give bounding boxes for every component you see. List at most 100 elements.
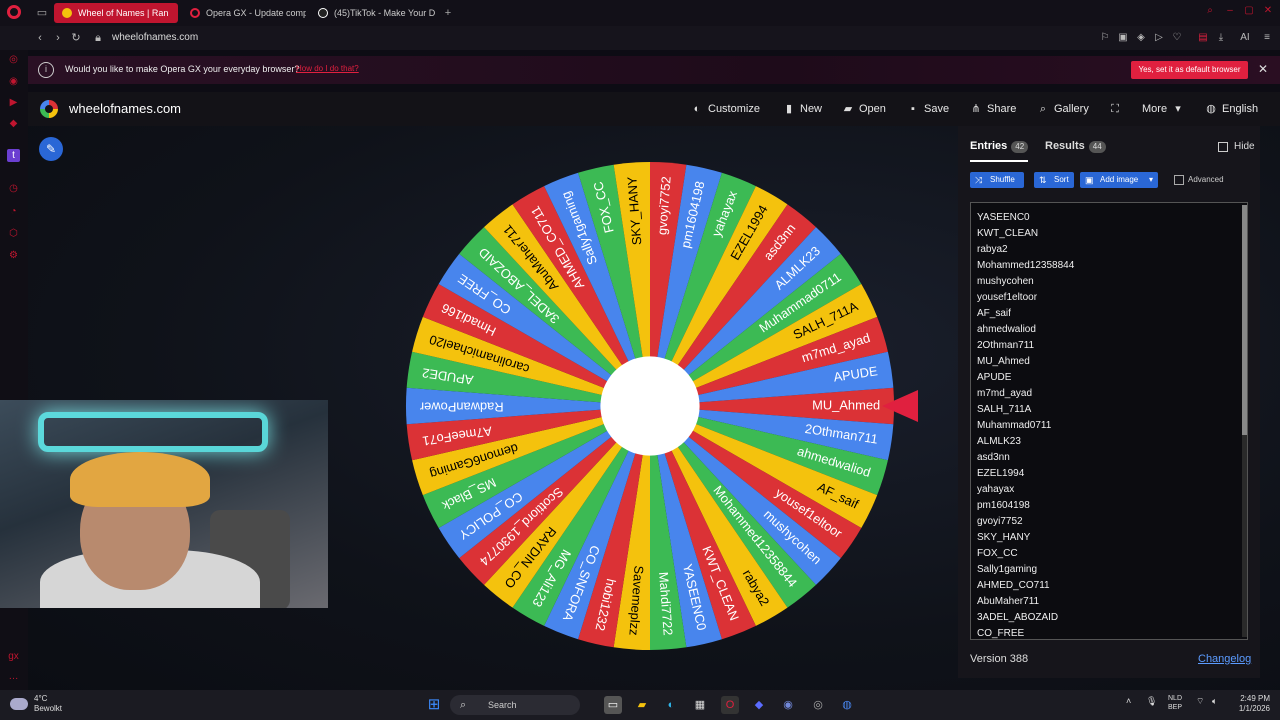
share-button[interactable]: ⋔ Share: [969, 102, 1016, 116]
store-icon[interactable]: ▦: [691, 696, 709, 714]
banner-help-link[interactable]: How do I do that?: [296, 64, 359, 73]
entry-item[interactable]: ahmedwaliod: [977, 323, 1036, 337]
entry-item[interactable]: mushycohen: [977, 275, 1034, 289]
entry-item[interactable]: YASEENC0: [977, 211, 1030, 225]
shuffle-button[interactable]: ⤨ Shuffle: [970, 172, 1024, 188]
gallery-button[interactable]: ⌕ Gallery: [1036, 102, 1089, 116]
tab-tiktok[interactable]: (45)TikTok - Make Your D: [310, 3, 438, 23]
back-icon[interactable]: ‹: [32, 30, 48, 46]
set-default-button[interactable]: Yes, set it as default browser: [1131, 61, 1248, 79]
tab-opera-gx[interactable]: Opera GX - Update comp: [182, 3, 306, 23]
changelog-link[interactable]: Changelog: [1198, 653, 1251, 665]
entry-item[interactable]: asd3nn: [977, 451, 1010, 465]
search-tabs-icon[interactable]: ⌕: [1203, 5, 1217, 19]
entry-item[interactable]: Muhammad0711: [977, 419, 1051, 433]
new-button[interactable]: ▮ New: [782, 102, 822, 116]
hide-checkbox[interactable]: [1218, 142, 1228, 152]
language-button[interactable]: ◍ English: [1204, 102, 1258, 116]
gx-corner-icon[interactable]: ◉: [7, 75, 20, 88]
heart-icon[interactable]: ♡: [1170, 31, 1184, 45]
download-icon[interactable]: ⤓: [1214, 31, 1228, 45]
tab-wheel-of-names[interactable]: Wheel of Names | Ran: [54, 3, 178, 23]
taskbar-search[interactable]: ⌕ Search: [450, 695, 580, 715]
volume-icon[interactable]: 🔈︎: [1212, 696, 1217, 707]
close-banner-icon[interactable]: ✕: [1258, 62, 1268, 76]
close-window-icon[interactable]: ✕: [1261, 5, 1275, 19]
entry-item[interactable]: KWT_CLEAN: [977, 227, 1038, 241]
tab-menu-icon[interactable]: ▭: [34, 5, 50, 21]
url-field[interactable]: wheelofnames.com: [112, 31, 198, 45]
history-icon[interactable]: ◷: [7, 182, 20, 195]
entry-item[interactable]: yousef1eltoor: [977, 291, 1037, 305]
scrollbar[interactable]: [1242, 205, 1247, 637]
entry-item[interactable]: APUDE: [977, 371, 1011, 385]
wifi-icon[interactable]: ⌔: [1196, 696, 1204, 707]
forward-icon[interactable]: ›: [50, 30, 66, 46]
wheel-center[interactable]: [600, 356, 700, 456]
spin-wheel[interactable]: MU_Ahmed2Othman711ahmedwaliodAF_saifyous…: [402, 158, 898, 654]
save-button[interactable]: ▪ Save: [906, 102, 949, 116]
file-explorer-icon[interactable]: ▰: [633, 696, 651, 714]
open-button[interactable]: ▰ Open: [841, 102, 886, 116]
minimize-icon[interactable]: –: [1223, 5, 1237, 19]
add-image-button[interactable]: ▣ Add image ▾: [1080, 172, 1158, 188]
sort-button[interactable]: ⇅ Sort: [1034, 172, 1074, 188]
entry-item[interactable]: EZEL1994: [977, 467, 1024, 481]
gx-logo-icon[interactable]: gx: [7, 650, 20, 663]
entry-item[interactable]: Sally1gaming: [977, 563, 1037, 577]
entry-item[interactable]: CO_FREE: [977, 627, 1024, 639]
new-tab-icon[interactable]: +: [440, 5, 456, 21]
gx-discord-icon[interactable]: ◆: [7, 117, 20, 130]
twitch-icon[interactable]: t: [7, 149, 20, 162]
advanced-checkbox[interactable]: [1174, 175, 1184, 185]
tab-results[interactable]: Results 44: [1045, 140, 1106, 153]
entry-item[interactable]: 2Othman711: [977, 339, 1034, 353]
opera-logo-icon[interactable]: [7, 5, 21, 19]
edit-pencil-icon[interactable]: ✎: [39, 137, 63, 161]
ai-icon[interactable]: AI: [1236, 31, 1254, 45]
more-icon[interactable]: …: [7, 670, 20, 683]
app-taskbar-icon[interactable]: ◆: [750, 696, 768, 714]
gx-player-icon[interactable]: ▶: [7, 96, 20, 109]
edge-icon[interactable]: ◐: [662, 696, 680, 714]
customize-button[interactable]: ◐ Customize: [690, 102, 760, 116]
fullscreen-button[interactable]: ⛶: [1108, 102, 1126, 116]
entry-item[interactable]: SALH_711A: [977, 403, 1031, 417]
entry-item[interactable]: ALMLK23: [977, 435, 1021, 449]
play-icon[interactable]: ▷: [1152, 31, 1166, 45]
entry-item[interactable]: SKY_HANY: [977, 531, 1030, 545]
entry-item[interactable]: pm1604198: [977, 499, 1030, 513]
reload-icon[interactable]: ↻: [68, 30, 84, 46]
more-button[interactable]: More ▾: [1142, 102, 1189, 116]
entries-textarea[interactable]: YASEENC0 KWT_CLEAN rabya2 Mohammed12358844 m…: [970, 202, 1248, 640]
clock-icon[interactable]: ◔: [7, 205, 20, 218]
discord-icon[interactable]: ◉: [779, 696, 797, 714]
entry-item[interactable]: m7md_ayad: [977, 387, 1032, 401]
scrollbar-thumb[interactable]: [1242, 205, 1247, 435]
wallet-icon[interactable]: ▤: [1196, 31, 1210, 45]
snapshot-icon[interactable]: ▣: [1116, 31, 1130, 45]
system-clock[interactable]: 2:49 PM 1/1/2026: [1228, 694, 1270, 714]
bookmark-icon[interactable]: ⚐: [1098, 31, 1112, 45]
microphone-icon[interactable]: 🎙︎: [1146, 696, 1157, 707]
entry-item[interactable]: FOX_CC: [977, 547, 1018, 561]
maximize-icon[interactable]: ▢: [1242, 5, 1256, 19]
tray-chevron-icon[interactable]: ˄: [1126, 696, 1131, 706]
entry-item[interactable]: gvoyi7752: [977, 515, 1023, 529]
obs-icon[interactable]: ◎: [809, 696, 827, 714]
entry-item[interactable]: 3ADEL_ABOZAID: [977, 611, 1058, 625]
weather-widget[interactable]: 4°C Bewolkt: [10, 694, 62, 714]
shield-icon[interactable]: ◈: [1134, 31, 1148, 45]
entry-item[interactable]: yahayax: [977, 483, 1014, 497]
opera-gx-taskbar-icon[interactable]: O: [721, 696, 739, 714]
task-view-icon[interactable]: ▭: [604, 696, 622, 714]
extensions-icon[interactable]: ⬡: [7, 227, 20, 240]
entry-item[interactable]: MU_Ahmed: [977, 355, 1030, 369]
site-logo[interactable]: wheelofnames.com: [69, 101, 181, 116]
gx-control-icon[interactable]: ◎: [7, 53, 20, 66]
tab-entries[interactable]: Entries 42: [970, 140, 1029, 153]
entry-item[interactable]: Mohammed12358844: [977, 259, 1074, 273]
settings-icon[interactable]: ⚙: [7, 249, 20, 262]
entry-item[interactable]: AHMED_CO711: [977, 579, 1050, 593]
entry-item[interactable]: AF_saif: [977, 307, 1011, 321]
